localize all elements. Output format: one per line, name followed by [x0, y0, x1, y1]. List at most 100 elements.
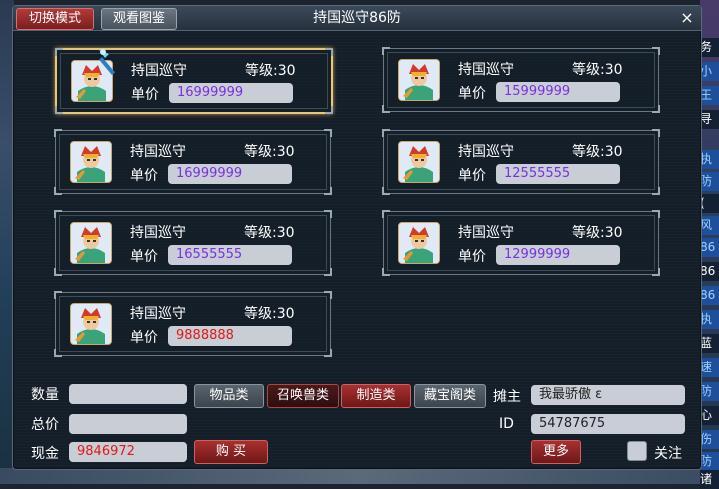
listing-card[interactable]: 持国巡守 等级:30 单价 12555555 — [382, 129, 660, 195]
side-chat-fragment: 心 — [700, 406, 719, 425]
more-button[interactable]: 更多 — [531, 440, 581, 464]
unit-price-label: 单价 — [131, 87, 159, 103]
side-chat-fragment: 务 — [700, 38, 719, 57]
id-field: 54787675 — [531, 414, 685, 434]
card-corner-ornament — [55, 48, 63, 56]
side-chat-fragment: 防 — [700, 452, 719, 471]
item-name: 持国巡守 — [458, 225, 514, 241]
tab-view-catalog[interactable]: 观看图鉴 — [101, 8, 177, 30]
category-craft-button[interactable]: 制造类 — [341, 384, 411, 408]
card-corner-ornament — [382, 187, 390, 195]
item-level: 等级:30 — [572, 62, 623, 78]
card-corner-ornament — [324, 291, 332, 299]
stall-window: 持国巡守86防 切换模式 观看图鉴 × 持国巡守 等级:30 单价 16999999 持… — [12, 5, 702, 470]
quantity-field[interactable] — [69, 384, 187, 404]
card-corner-ornament — [652, 129, 660, 137]
side-chat-fragment: 速 — [700, 358, 719, 377]
item-name: 持国巡守 — [458, 144, 514, 160]
unit-price-label: 单价 — [458, 168, 486, 184]
side-chat-fragment: 防 — [700, 382, 719, 401]
card-corner-ornament — [55, 106, 63, 114]
summon-portrait-icon — [398, 141, 440, 183]
unit-price-label: 单价 — [130, 168, 158, 184]
item-level: 等级:30 — [572, 144, 623, 160]
side-chat-fragment: 王 — [700, 86, 719, 105]
cash-label: 现金 — [31, 446, 59, 462]
owner-label: 摊主 — [493, 389, 521, 405]
card-corner-ornament — [652, 210, 660, 218]
card-corner-ornament — [54, 187, 62, 195]
card-corner-ornament — [382, 210, 390, 218]
side-chat-fragment: ( — [700, 194, 719, 213]
item-name: 持国巡守 — [130, 306, 186, 322]
card-corner-ornament — [382, 268, 390, 276]
quantity-label: 数量 — [31, 387, 59, 403]
card-corner-ornament — [652, 268, 660, 276]
side-chat-fragment: 蓝 — [700, 334, 719, 353]
side-chat-fragment: 执 — [700, 150, 719, 169]
summon-portrait-icon — [398, 59, 440, 101]
owner-field: 我最骄傲 ε — [531, 385, 685, 405]
card-corner-ornament — [54, 291, 62, 299]
follow-label: 关注 — [654, 446, 682, 462]
total-price-label: 总价 — [31, 417, 59, 433]
side-chat-fragment: 执 — [700, 310, 719, 329]
summon-portrait-icon — [70, 303, 112, 345]
cursor-wand-icon — [95, 46, 125, 76]
unit-price-value: 16999999 — [168, 164, 292, 184]
unit-price-value: 15999999 — [496, 82, 620, 102]
summon-portrait-icon — [70, 222, 112, 264]
item-name: 持国巡守 — [130, 225, 186, 241]
side-chat-fragment: 86 — [700, 262, 719, 281]
card-corner-ornament — [325, 106, 333, 114]
follow-checkbox[interactable] — [627, 441, 647, 461]
item-name: 持国巡守 — [131, 63, 187, 79]
side-chat-fragment: 小 — [700, 62, 719, 81]
listing-card[interactable]: 持国巡守 等级:30 单价 16999999 — [55, 48, 333, 114]
card-corner-ornament — [382, 105, 390, 113]
card-corner-ornament — [324, 187, 332, 195]
unit-price-value: 9888888 — [168, 326, 292, 346]
listing-card[interactable]: 持国巡守 等级:30 单价 16555555 — [54, 210, 332, 276]
total-price-field — [69, 414, 187, 434]
card-corner-ornament — [324, 268, 332, 276]
card-corner-ornament — [54, 349, 62, 357]
summon-portrait-icon — [398, 222, 440, 264]
card-corner-ornament — [382, 47, 390, 55]
item-level: 等级:30 — [244, 225, 295, 241]
unit-price-value: 16999999 — [169, 83, 293, 103]
item-level: 等级:30 — [244, 306, 295, 322]
category-treasure-button[interactable]: 藏宝阁类 — [414, 384, 486, 408]
card-corner-ornament — [652, 105, 660, 113]
side-chat-fragment: 防 — [700, 172, 719, 191]
tab-switch-mode[interactable]: 切换模式 — [16, 8, 94, 30]
side-chat-fragment: 寻 — [700, 110, 719, 129]
buy-button[interactable]: 购 买 — [194, 440, 268, 464]
close-icon[interactable]: × — [677, 8, 697, 28]
side-chat-fragment: 伤 — [700, 430, 719, 449]
unit-price-value: 12999999 — [496, 245, 620, 265]
card-corner-ornament — [324, 210, 332, 218]
unit-price-label: 单价 — [130, 330, 158, 346]
listing-card[interactable]: 持国巡守 等级:30 单价 16999999 — [54, 129, 332, 195]
unit-price-value: 12555555 — [496, 164, 620, 184]
item-level: 等级:30 — [572, 225, 623, 241]
listing-card[interactable]: 持国巡守 等级:30 单价 12999999 — [382, 210, 660, 276]
card-corner-ornament — [324, 349, 332, 357]
card-corner-ornament — [325, 48, 333, 56]
category-summon-button[interactable]: 召唤兽类 — [267, 384, 339, 408]
listing-card[interactable]: 持国巡守 等级:30 单价 15999999 — [382, 47, 660, 113]
unit-price-value: 16555555 — [168, 245, 292, 265]
item-level: 等级:30 — [244, 144, 295, 160]
game-background-bottom — [0, 468, 719, 484]
item-level: 等级:30 — [245, 63, 296, 79]
category-items-button[interactable]: 物品类 — [194, 384, 264, 408]
item-name: 持国巡守 — [130, 144, 186, 160]
side-chat-fragment: 86 — [700, 238, 719, 257]
id-label: ID — [499, 416, 514, 432]
card-corner-ornament — [652, 187, 660, 195]
card-corner-ornament — [382, 129, 390, 137]
listing-card[interactable]: 持国巡守 等级:30 单价 9888888 — [54, 291, 332, 357]
card-corner-ornament — [54, 268, 62, 276]
item-name: 持国巡守 — [458, 62, 514, 78]
